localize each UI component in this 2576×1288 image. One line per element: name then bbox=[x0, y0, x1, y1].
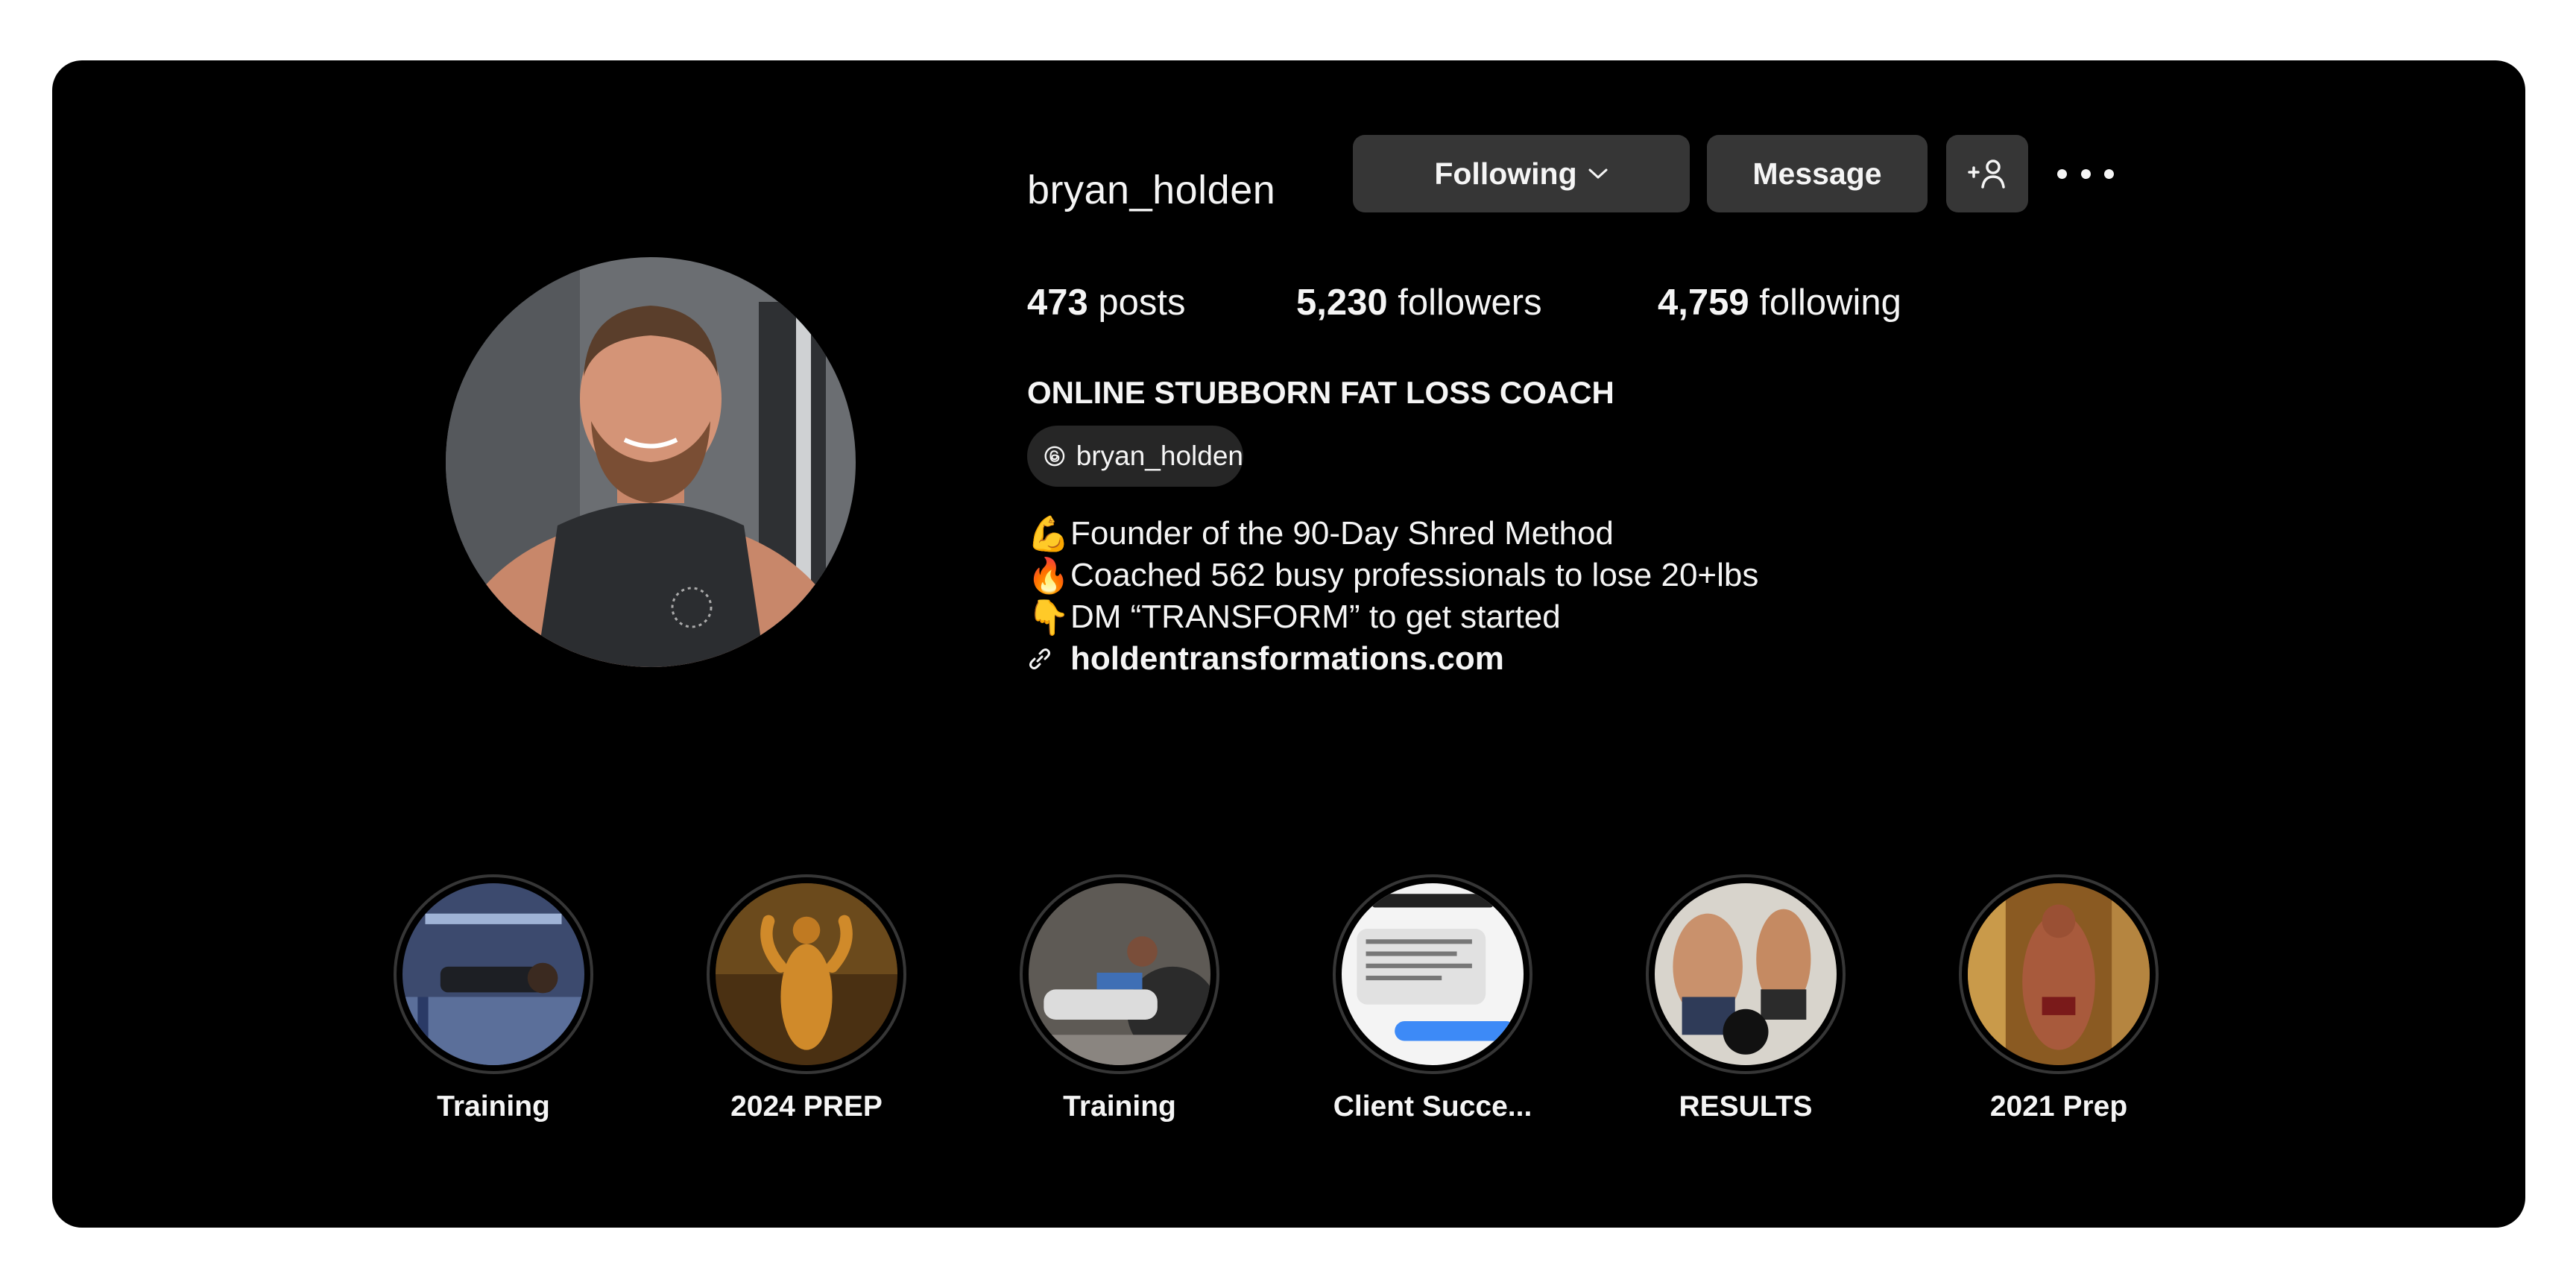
profile-photo bbox=[446, 257, 856, 667]
add-user-icon bbox=[1968, 160, 2005, 189]
bio-line-text: Coached 562 busy professionals to lose 2… bbox=[1070, 557, 1759, 593]
profile-avatar[interactable] bbox=[446, 257, 856, 667]
posts-count: 473 bbox=[1027, 282, 1088, 323]
username: bryan_holden bbox=[1027, 168, 1276, 212]
highlight-training-2[interactable] bbox=[1015, 874, 1224, 1076]
followers-stat[interactable]: 5,230 followers bbox=[1296, 277, 1542, 329]
profile-card: bryan_holden Following Message 473 posts… bbox=[52, 60, 2525, 1228]
posts-stat: 473 posts bbox=[1027, 277, 1186, 329]
add-user-button[interactable] bbox=[1946, 135, 2028, 212]
highlight-label: 2024 PREP bbox=[730, 1090, 883, 1123]
highlight-client-success[interactable] bbox=[1328, 874, 1537, 1076]
highlight-ring bbox=[707, 874, 906, 1074]
message-button[interactable]: Message bbox=[1707, 135, 1928, 212]
bio-link-text: holdentransformations.com bbox=[1070, 640, 1504, 677]
followers-label: followers bbox=[1398, 282, 1542, 323]
highlight-label: 2021 Prep bbox=[1989, 1090, 2128, 1123]
highlight-training[interactable] bbox=[389, 874, 598, 1076]
highlight-2024-prep[interactable] bbox=[702, 874, 911, 1076]
bio-title: ONLINE STUBBORN FAT LOSS COACH bbox=[1027, 375, 1614, 410]
chevron-down-icon bbox=[1588, 167, 1609, 180]
highlight-cover bbox=[1968, 883, 2150, 1065]
highlight-2021-prep[interactable] bbox=[1954, 874, 2163, 1076]
highlight-ring bbox=[394, 874, 593, 1074]
bio-line: 🔥 Coached 562 busy professionals to lose… bbox=[1027, 554, 1758, 597]
fire-emoji: 🔥 bbox=[1027, 555, 1070, 596]
following-label: following bbox=[1759, 282, 1901, 323]
following-stat[interactable]: 4,759 following bbox=[1658, 277, 1901, 329]
pointing-down-emoji: 👇 bbox=[1027, 597, 1070, 637]
threads-handle: bryan_holden bbox=[1076, 441, 1243, 471]
highlight-label: Client Succe... bbox=[1333, 1090, 1532, 1123]
link-icon bbox=[1029, 648, 1050, 669]
bio-line: 💪 Founder of the 90-Day Shred Method bbox=[1027, 512, 1614, 555]
highlight-results[interactable] bbox=[1641, 874, 1850, 1076]
highlight-ring bbox=[1646, 874, 1846, 1074]
threads-icon bbox=[1044, 446, 1065, 467]
highlight-cover bbox=[1655, 883, 1837, 1065]
highlight-ring bbox=[1959, 874, 2159, 1074]
following-count: 4,759 bbox=[1658, 282, 1749, 323]
bio-line: 👇 DM “TRANSFORM” to get started bbox=[1027, 596, 1561, 639]
posts-label: posts bbox=[1098, 282, 1186, 323]
more-options-button[interactable] bbox=[2057, 154, 2114, 193]
highlight-cover bbox=[1342, 883, 1524, 1065]
highlight-ring bbox=[1020, 874, 1219, 1074]
bio-line-text: Founder of the 90-Day Shred Method bbox=[1070, 515, 1614, 552]
flexed-biceps-emoji: 💪 bbox=[1027, 514, 1070, 554]
more-options-icon bbox=[2057, 168, 2067, 179]
bio-line-text: DM “TRANSFORM” to get started bbox=[1070, 599, 1561, 635]
followers-count: 5,230 bbox=[1296, 282, 1388, 323]
following-button-label: Following bbox=[1434, 156, 1577, 191]
following-button[interactable]: Following bbox=[1353, 135, 1690, 212]
highlight-cover bbox=[716, 883, 897, 1065]
highlight-ring bbox=[1333, 874, 1532, 1074]
highlight-cover bbox=[402, 883, 584, 1065]
bio-link[interactable]: holdentransformations.com bbox=[1027, 637, 1504, 681]
highlight-label: Training bbox=[1063, 1090, 1176, 1123]
highlight-label: Training bbox=[437, 1090, 550, 1123]
threads-badge[interactable]: bryan_holden bbox=[1027, 426, 1243, 487]
highlight-label: RESULTS bbox=[1679, 1090, 1813, 1123]
highlight-cover bbox=[1029, 883, 1210, 1065]
